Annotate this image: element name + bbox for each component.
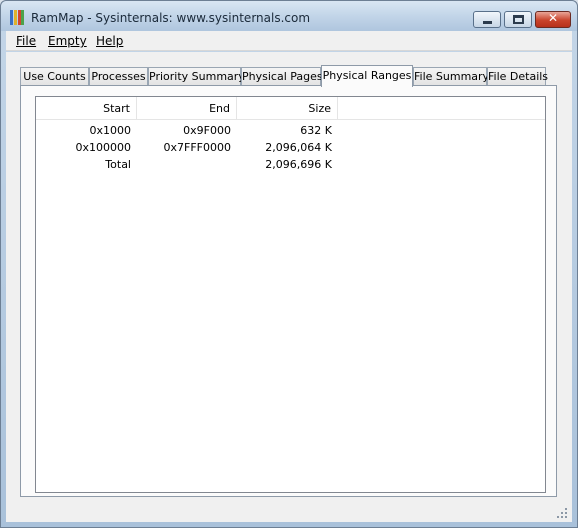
- menu-help-label: Help: [96, 34, 124, 48]
- client-area: Use Counts Processes Priority Summary Ph…: [6, 52, 572, 522]
- tab-processes[interactable]: Processes: [89, 67, 148, 86]
- menu-empty-label: Empty: [48, 34, 87, 48]
- tab-file-details[interactable]: File Details: [487, 67, 548, 86]
- list-header: Start End Size: [36, 97, 545, 120]
- column-header-start[interactable]: Start: [36, 97, 137, 120]
- column-header-size[interactable]: Size: [237, 97, 338, 120]
- menu-file-label: File: [16, 34, 37, 48]
- close-button[interactable]: ✕: [535, 11, 571, 28]
- title-bar[interactable]: RamMap - Sysinternals: www.sysinternals.…: [1, 1, 577, 31]
- window-title: RamMap - Sysinternals: www.sysinternals.…: [31, 11, 311, 25]
- cell-size: 2,096,064 K: [265, 141, 332, 154]
- cell-size: 2,096,696 K: [265, 158, 332, 171]
- tab-priority-summary[interactable]: Priority Summary: [148, 67, 245, 86]
- table-row-total[interactable]: Total 2,096,696 K: [36, 156, 545, 173]
- tab-physical-ranges[interactable]: Physical Ranges: [321, 65, 413, 87]
- cell-end: 0x7FFF0000: [163, 141, 231, 154]
- maximize-icon: [513, 15, 524, 24]
- table-row[interactable]: 0x100000 0x7FFF0000 2,096,064 K: [36, 139, 545, 156]
- minimize-icon: [483, 21, 492, 24]
- physical-ranges-panel: Start End Size 0x1000 0x9F000 632 K 0x10…: [20, 85, 557, 497]
- menu-bar: File Empty Help: [6, 31, 572, 51]
- cell-end: [137, 156, 237, 173]
- maximize-button[interactable]: [504, 11, 532, 28]
- resize-grip-icon[interactable]: [557, 508, 567, 518]
- menu-empty[interactable]: Empty: [48, 34, 87, 48]
- physical-ranges-list[interactable]: Start End Size 0x1000 0x9F000 632 K 0x10…: [35, 96, 546, 493]
- cell-start: 0x1000: [89, 124, 131, 137]
- minimize-button[interactable]: [473, 11, 501, 28]
- tab-physical-pages[interactable]: Physical Pages: [241, 67, 323, 86]
- rammap-app-icon: [10, 10, 24, 25]
- tab-file-summary[interactable]: File Summary: [413, 67, 489, 86]
- tab-use-counts[interactable]: Use Counts: [20, 67, 89, 86]
- cell-start: Total: [105, 158, 131, 171]
- rammap-window: RamMap - Sysinternals: www.sysinternals.…: [0, 0, 578, 528]
- cell-end: 0x9F000: [183, 124, 231, 137]
- cell-size: 632 K: [300, 124, 332, 137]
- table-row[interactable]: 0x1000 0x9F000 632 K: [36, 122, 545, 139]
- menu-file[interactable]: File: [16, 34, 36, 48]
- cell-start: 0x100000: [75, 141, 132, 154]
- close-icon: ✕: [547, 11, 559, 25]
- menu-help[interactable]: Help: [96, 34, 123, 48]
- column-header-end[interactable]: End: [137, 97, 237, 120]
